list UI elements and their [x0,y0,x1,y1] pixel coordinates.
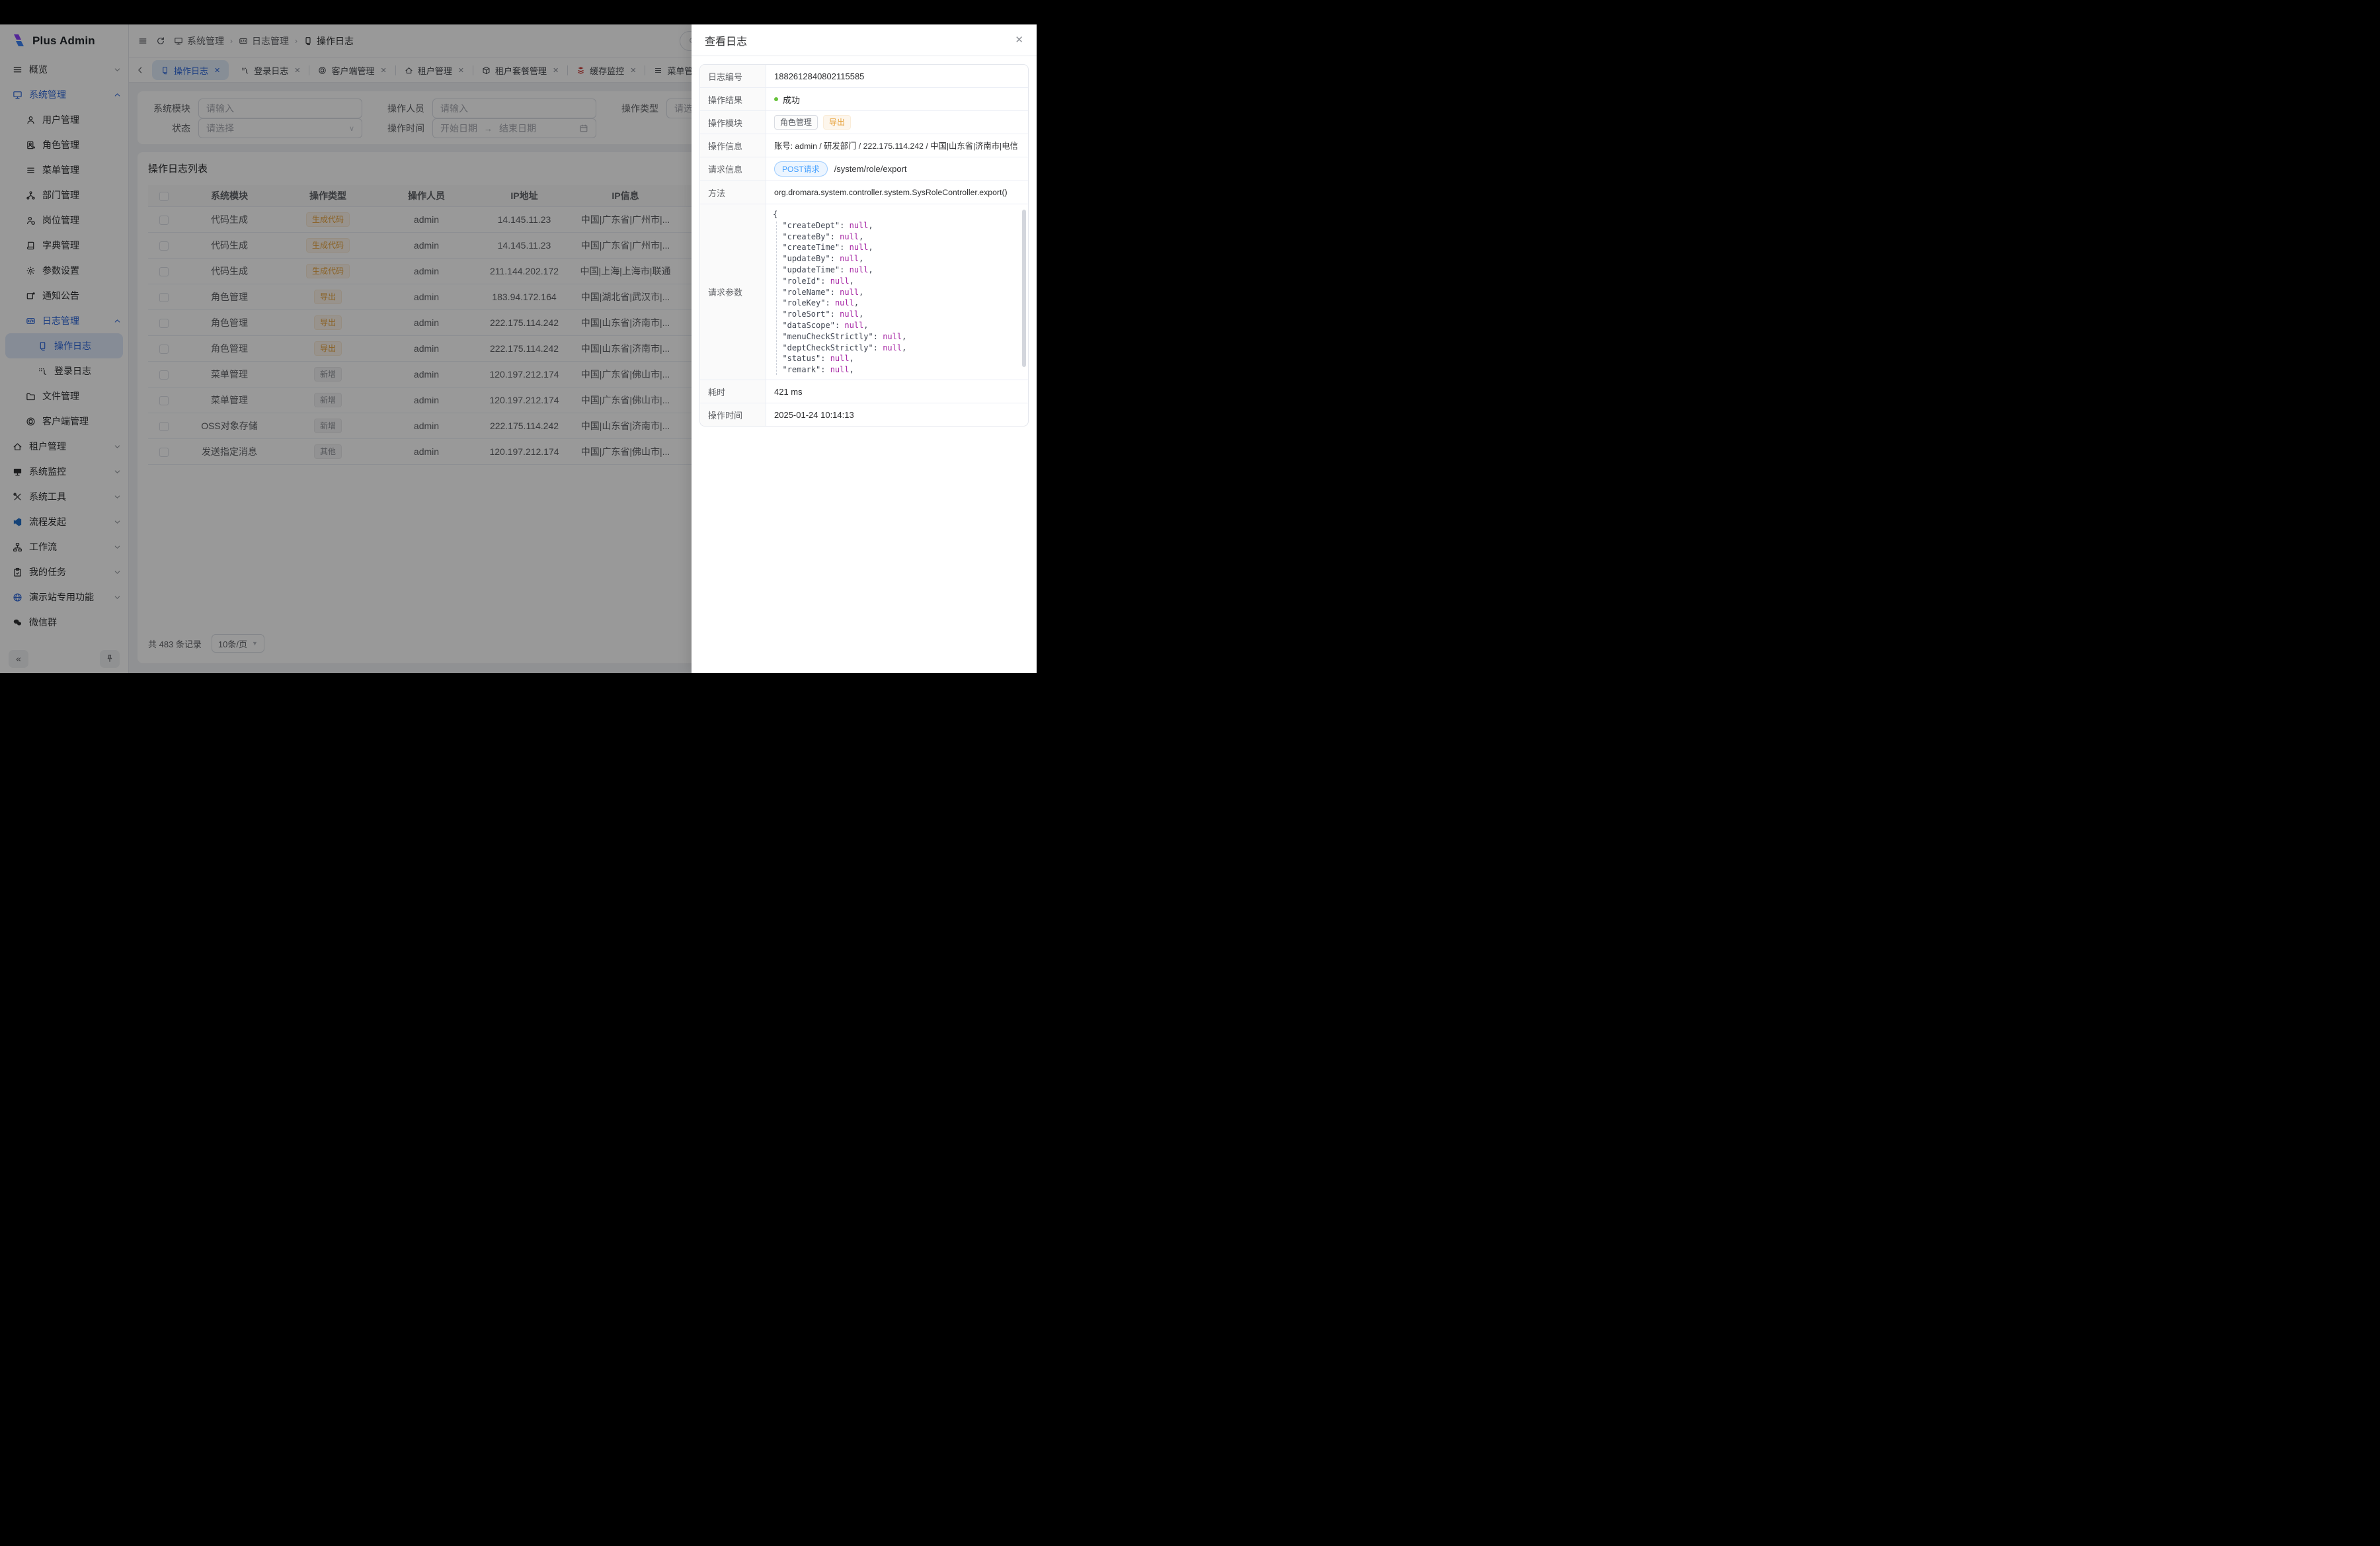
log-detail-table: 日志编号 1882612840802115585 操作结果 成功 操作模块 角色… [699,64,1029,427]
view-log-drawer: 查看日志 ✕ 日志编号 1882612840802115585 操作结果 成功 … [692,24,1037,673]
code-line-deptCheckStrictly: "deptCheckStrictly": null, [773,343,1015,354]
scrollbar-thumb[interactable] [1022,210,1026,367]
field-row-log-id: 日志编号 1882612840802115585 [700,65,1028,87]
result-value: 成功 [766,88,1028,110]
module-tag: 角色管理 [774,115,818,130]
module-value: 角色管理 导出 [766,111,1028,134]
request-label: 请求信息 [700,157,766,181]
code-line-roleId: "roleId": null, [773,276,1015,287]
code-line-createBy: "createBy": null, [773,231,1015,243]
code-line-roleKey: "roleKey": null, [773,298,1015,309]
params-code-block: { "createDept": null, "createBy": null, … [766,204,1028,380]
code-line-menuCheckStrictly: "menuCheckStrictly": null, [773,331,1015,343]
code-line-roleSort: "roleSort": null, [773,309,1015,320]
method-value: org.dromara.system.controller.system.Sys… [766,181,1028,204]
json-code: { "createDept": null, "createBy": null, … [766,204,1028,380]
result-label: 操作结果 [700,88,766,110]
duration-label: 耗时 [700,380,766,403]
code-line-createDept: "createDept": null, [773,220,1015,231]
success-dot-icon [774,97,778,101]
code-line-roleName: "roleName": null, [773,287,1015,298]
request-path: /system/role/export [834,164,907,174]
field-row-info: 操作信息 账号: admin / 研发部门 / 222.175.114.242 … [700,134,1028,157]
log-id-label: 日志编号 [700,65,766,87]
drawer-header: 查看日志 ✕ [692,24,1037,56]
info-label: 操作信息 [700,134,766,157]
field-row-time: 操作时间 2025-01-24 10:14:13 [700,403,1028,426]
code-line-remark: "remark": null, [773,364,1015,376]
code-line-dataScope: "dataScope": null, [773,320,1015,331]
drawer-title: 查看日志 [705,32,747,48]
post-method-badge: POST请求 [774,161,828,177]
code-open-brace: { [773,209,1015,220]
result-text: 成功 [783,93,800,106]
time-value: 2025-01-24 10:14:13 [766,403,1028,426]
field-row-duration: 耗时 421 ms [700,380,1028,403]
modal-overlay[interactable] [0,0,692,673]
field-row-method: 方法 org.dromara.system.controller.system.… [700,181,1028,204]
method-label: 方法 [700,181,766,204]
code-line-updateTime: "updateTime": null, [773,264,1015,276]
drawer-body: 日志编号 1882612840802115585 操作结果 成功 操作模块 角色… [692,56,1037,434]
duration-value: 421 ms [766,380,1028,403]
module-action-tag: 导出 [823,115,851,130]
field-row-result: 操作结果 成功 [700,87,1028,110]
field-row-module: 操作模块 角色管理 导出 [700,110,1028,134]
log-id-value: 1882612840802115585 [766,65,1028,87]
module-label: 操作模块 [700,111,766,134]
code-line-status: "status": null, [773,353,1015,364]
info-value: 账号: admin / 研发部门 / 222.175.114.242 / 中国|… [766,134,1028,157]
field-row-params: 请求参数 { "createDept": null, "createBy": n… [700,204,1028,380]
close-icon[interactable]: ✕ [1015,35,1023,45]
time-label: 操作时间 [700,403,766,426]
request-value: POST请求 /system/role/export [766,157,1028,181]
field-row-request: 请求信息 POST请求 /system/role/export [700,157,1028,181]
code-line-updateBy: "updateBy": null, [773,253,1015,264]
code-line-createTime: "createTime": null, [773,242,1015,253]
params-label: 请求参数 [700,204,766,380]
